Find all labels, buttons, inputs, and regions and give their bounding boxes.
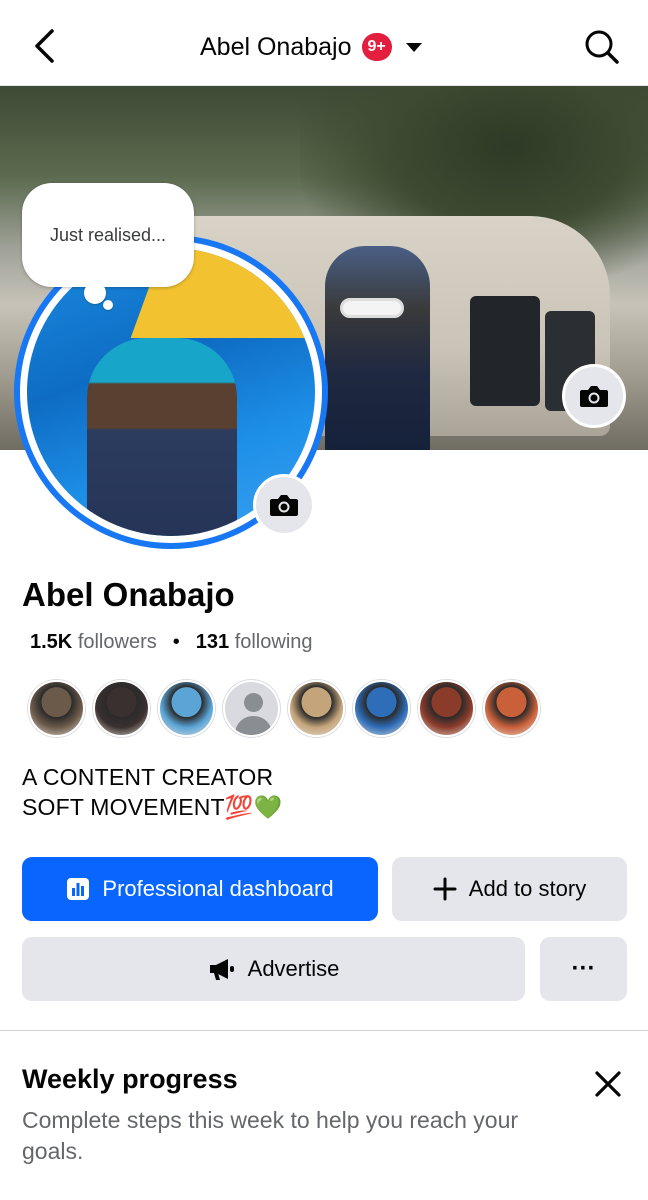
followers-link[interactable]: 1.5K followers [30, 631, 157, 654]
camera-icon [270, 495, 298, 516]
advertise-label: Advertise [247, 956, 340, 981]
friend-avatar[interactable] [288, 680, 345, 737]
section-divider [0, 1030, 648, 1031]
stats-separator: • [172, 631, 180, 653]
chevron-down-icon [405, 42, 422, 52]
search-icon [585, 30, 619, 64]
more-options-button[interactable]: ··· [540, 937, 627, 1001]
profile-switcher[interactable]: Abel Onabajo 9+ [200, 27, 422, 67]
top-bar: Abel Onabajo 9+ [0, 0, 648, 86]
bar-chart-icon [67, 878, 90, 900]
professional-dashboard-button[interactable]: Professional dashboard [22, 857, 378, 921]
following-link[interactable]: 131 following [196, 631, 313, 654]
bubble-tail-dot [103, 300, 113, 310]
professional-dashboard-label: Professional dashboard [102, 876, 334, 901]
notification-badge: 9+ [361, 33, 392, 61]
profile-name: Abel Onabajo [22, 576, 235, 613]
friends-preview-row [28, 680, 540, 737]
friend-avatar[interactable] [158, 680, 215, 737]
add-to-story-button[interactable]: Add to story [392, 857, 627, 921]
edit-cover-photo-button[interactable] [562, 364, 626, 428]
bio-line: SOFT MOVEMENT💯💚 [22, 794, 283, 820]
advertise-button[interactable]: Advertise [22, 937, 525, 1001]
weekly-progress-description: Complete steps this week to help you rea… [22, 1107, 519, 1164]
close-icon [595, 1071, 621, 1097]
bio-line: A CONTENT CREATOR [22, 764, 274, 790]
add-to-story-label: Add to story [468, 876, 587, 901]
profile-bio: A CONTENT CREATOR SOFT MOVEMENT💯💚 [22, 762, 282, 822]
friend-avatar[interactable] [28, 680, 85, 737]
back-arrow-icon [35, 29, 54, 63]
friend-avatar[interactable] [418, 680, 475, 737]
friend-avatar[interactable] [353, 680, 410, 737]
follow-stats: 1.5K followers • 131 following [30, 631, 313, 654]
search-button[interactable] [582, 27, 622, 67]
header-title: Abel Onabajo [200, 32, 352, 61]
megaphone-icon [209, 959, 234, 980]
cover-window [470, 296, 540, 406]
note-text: Just realised... [49, 224, 167, 245]
weekly-progress-title: Weekly progress [22, 1064, 238, 1094]
friend-avatar[interactable] [223, 680, 280, 737]
dismiss-weekly-progress-button[interactable] [590, 1066, 626, 1102]
plus-icon [433, 877, 457, 901]
cover-sunglasses [340, 298, 404, 318]
cover-person [325, 246, 430, 450]
edit-profile-picture-button[interactable] [253, 474, 315, 536]
bubble-tail-dot [84, 282, 106, 304]
camera-icon [580, 386, 608, 407]
friend-avatar[interactable] [93, 680, 150, 737]
back-button[interactable] [24, 24, 64, 68]
profile-note-bubble[interactable]: Just realised... [22, 183, 194, 287]
friend-avatar[interactable] [483, 680, 540, 737]
more-icon: ··· [571, 955, 596, 982]
